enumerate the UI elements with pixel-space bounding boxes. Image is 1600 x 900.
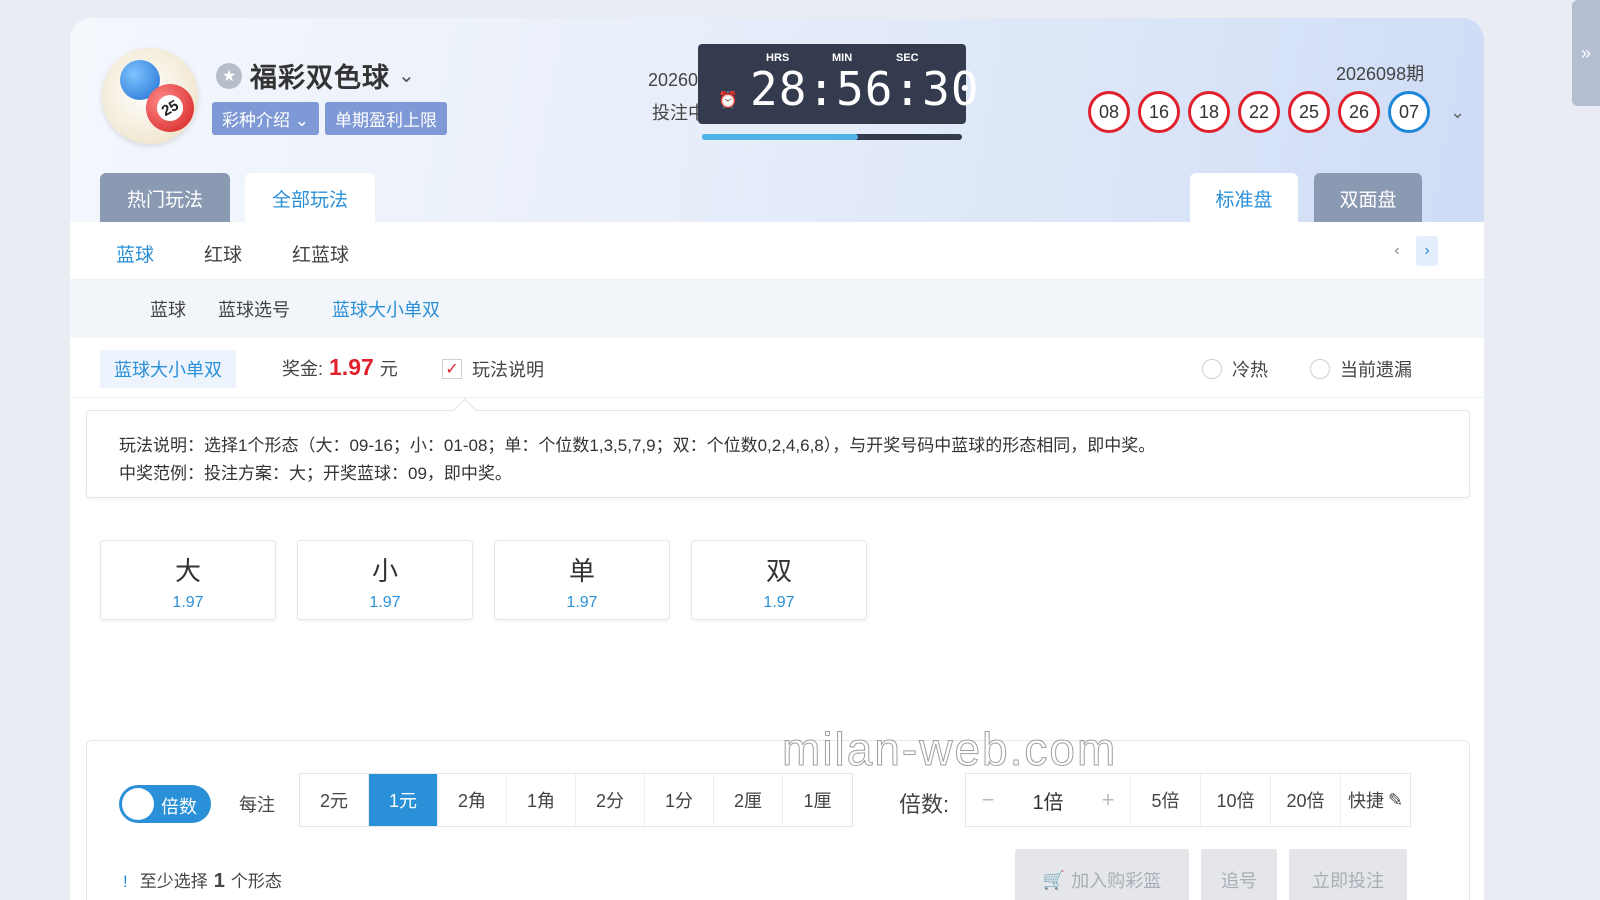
chevron-left-icon[interactable]: ‹ <box>1386 236 1408 266</box>
minus-icon[interactable]: − <box>966 774 1010 826</box>
red-ball-icon: 25 <box>146 84 194 132</box>
unit-option[interactable]: 2分 <box>576 774 645 826</box>
favorite-star-icon[interactable]: ★ <box>216 62 242 89</box>
winning-numbers: 08 16 18 22 25 26 07 ⌄ <box>1088 91 1465 133</box>
option-big[interactable]: 大 1.97 <box>100 540 276 620</box>
lottery-panel: 25 ★ 福彩双色球 ⌄ 彩种介绍 ⌄ 单期盈利上限 2026099期 投注中🔔… <box>70 18 1484 900</box>
selection-hint: ! 至少选择 1 个形态 <box>123 870 282 892</box>
per-bet-label: 每注 <box>239 795 275 815</box>
chevron-right-icon[interactable]: › <box>1416 236 1438 266</box>
play-blue-ball[interactable]: 蓝球 <box>150 296 186 322</box>
example-line: 中奖范例：投注方案：大；开奖蓝球：09，即中奖。 <box>119 464 512 483</box>
red-ball: 22 <box>1238 91 1280 133</box>
rules-checkbox[interactable]: ✓ 玩法说明 <box>442 356 544 382</box>
tab-hot-plays[interactable]: 热门玩法 <box>100 173 230 223</box>
red-ball: 16 <box>1138 91 1180 133</box>
option-odd[interactable]: 单 1.97 <box>494 540 670 620</box>
multiplier-label: 倍数: <box>899 792 950 817</box>
unit-option[interactable]: 2元 <box>300 774 369 826</box>
missing-radio[interactable]: 当前遗漏 <box>1310 356 1412 382</box>
title-row[interactable]: ★ 福彩双色球 ⌄ <box>216 56 415 95</box>
unit-option[interactable]: 2角 <box>438 774 507 826</box>
quick-multiplier[interactable]: 20倍 <box>1270 774 1340 826</box>
red-ball: 25 <box>1288 91 1330 133</box>
previous-issue: 2026098期 <box>1336 64 1425 84</box>
unit-option[interactable]: 2厘 <box>714 774 783 826</box>
timer-value: 28:56:30 <box>750 62 980 116</box>
lottery-header: 25 ★ 福彩双色球 ⌄ 彩种介绍 ⌄ 单期盈利上限 2026099期 投注中🔔… <box>70 18 1484 223</box>
ball-type-nav: 蓝球 红球 红蓝球 ‹ › <box>70 222 1484 280</box>
info-icon: ! <box>123 872 128 891</box>
cart-icon: 🛒 <box>1042 869 1066 890</box>
intro-badge[interactable]: 彩种介绍 ⌄ <box>212 102 319 135</box>
quick-multiplier[interactable]: 10倍 <box>1200 774 1270 826</box>
edit-icon: ✎ <box>1387 789 1404 810</box>
red-ball: 08 <box>1088 91 1130 133</box>
option-small[interactable]: 小 1.97 <box>297 540 473 620</box>
lottery-logo: 25 <box>102 48 198 144</box>
plus-icon[interactable]: + <box>1086 774 1130 826</box>
blue-ball: 07 <box>1388 91 1430 133</box>
tab-all-plays[interactable]: 全部玩法 <box>245 173 375 223</box>
side-collapse-tab[interactable]: » <box>1572 0 1600 106</box>
unit-option[interactable]: 1角 <box>507 774 576 826</box>
nav-blue-ball[interactable]: 蓝球 <box>116 240 154 267</box>
tab-standard[interactable]: 标准盘 <box>1190 173 1298 223</box>
nav-red-blue-ball[interactable]: 红蓝球 <box>292 240 349 267</box>
quick-edit-button[interactable]: 快捷 ✎ <box>1340 774 1410 826</box>
multiplier-value[interactable]: 1倍 <box>1010 774 1086 826</box>
multiplier-toggle[interactable]: 倍数 <box>119 785 211 823</box>
play-blue-size-parity[interactable]: 蓝球大小单双 <box>332 296 440 322</box>
lottery-title[interactable]: 福彩双色球 <box>250 56 390 95</box>
quick-multiplier[interactable]: 5倍 <box>1130 774 1200 826</box>
cold-hot-radio[interactable]: 冷热 <box>1202 356 1268 382</box>
add-to-cart-button[interactable]: 🛒 加入购彩篮 <box>1015 849 1189 900</box>
double-chevron-right-icon: » <box>1580 42 1591 63</box>
bet-panel: 倍数 每注 2元 1元 2角 1角 2分 1分 2厘 1厘 倍数: − 1倍 +… <box>86 740 1470 900</box>
red-ball: 18 <box>1188 91 1230 133</box>
play-blue-select[interactable]: 蓝球选号 <box>218 296 290 322</box>
chevron-down-icon[interactable]: ⌄ <box>398 63 415 88</box>
current-play-tag: 蓝球大小单双 <box>100 350 236 388</box>
tab-double-sided[interactable]: 双面盘 <box>1314 173 1422 223</box>
countdown-timer: HRS MIN SEC ⏰ 28:56:30 <box>698 44 979 124</box>
option-even[interactable]: 双 1.97 <box>691 540 867 620</box>
multiplier-stepper: − 1倍 + 5倍 10倍 20倍 快捷 ✎ <box>965 773 1411 827</box>
unit-selector: 2元 1元 2角 1角 2分 1分 2厘 1厘 <box>299 773 853 827</box>
prize-info: 奖金: 1.97 元 <box>282 354 398 380</box>
bet-now-button[interactable]: 立即投注 <box>1289 849 1407 900</box>
timer-progress <box>702 134 962 140</box>
unit-option[interactable]: 1分 <box>645 774 714 826</box>
rules-line: 玩法说明：选择1个形态（大：09-16；小：01-08；单：个位数1,3,5,7… <box>119 436 1156 455</box>
chase-button[interactable]: 追号 <box>1201 849 1277 900</box>
alarm-clock-icon: ⏰ <box>718 92 738 109</box>
prize-amount: 1.97 <box>329 354 374 380</box>
chevron-down-icon[interactable]: ⌄ <box>1450 102 1465 123</box>
watermark: milan-web.com <box>781 723 1118 776</box>
nav-red-ball[interactable]: 红球 <box>204 240 242 267</box>
unit-option[interactable]: 1厘 <box>783 774 852 826</box>
play-type-nav: 蓝球 蓝球选号 蓝球大小单双 <box>70 280 1484 338</box>
rules-description: 玩法说明：选择1个形态（大：09-16；小：01-08；单：个位数1,3,5,7… <box>86 398 1470 498</box>
profit-limit-badge[interactable]: 单期盈利上限 <box>324 102 447 135</box>
play-info-row: 蓝球大小单双 奖金: 1.97 元 ✓ 玩法说明 冷热 当前遗漏 <box>70 338 1484 398</box>
red-ball: 26 <box>1338 91 1380 133</box>
checkmark-icon[interactable]: ✓ <box>442 359 462 379</box>
timer-progress-fill <box>702 134 858 140</box>
unit-option[interactable]: 1元 <box>369 774 438 826</box>
